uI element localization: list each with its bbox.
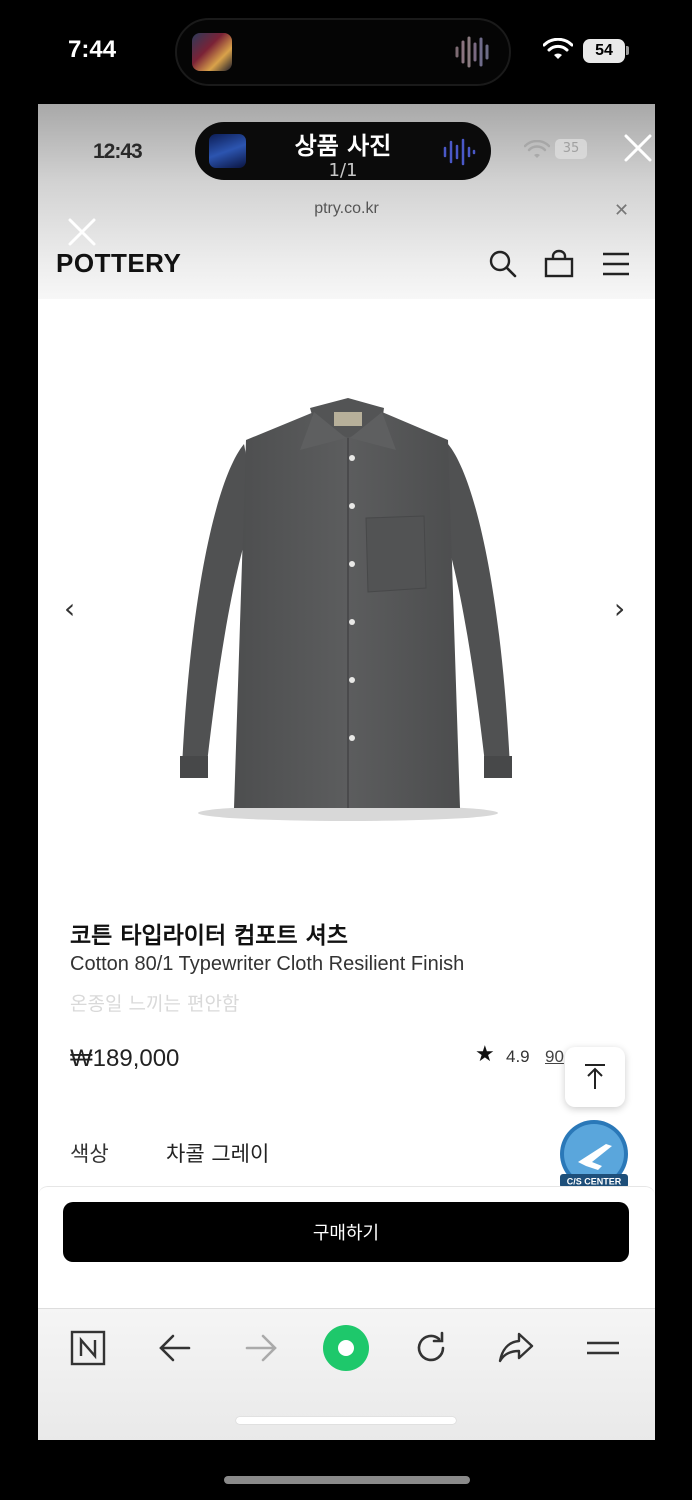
green-dot-icon[interactable] [322, 1324, 370, 1372]
cs-center-badge[interactable]: C/S CENTER [556, 1118, 632, 1194]
site-logo[interactable]: POTTERY [56, 248, 181, 279]
menu-icon[interactable] [585, 1330, 621, 1366]
star-icon: ★ [475, 1042, 495, 1067]
buy-button[interactable]: 구매하기 [63, 1202, 629, 1262]
forward-arrow-icon[interactable] [243, 1330, 279, 1366]
share-icon[interactable] [498, 1330, 534, 1366]
chevron-right-icon[interactable]: › [614, 592, 625, 625]
color-label: 색상 [70, 1142, 109, 1166]
cart-icon[interactable] [544, 249, 574, 279]
battery-tip [626, 46, 629, 55]
product-subtitle: Cotton 80/1 Typewriter Cloth Resilient F… [70, 953, 465, 975]
status-time: 7:44 [68, 36, 117, 63]
rating-value: 4.9 [506, 1047, 530, 1066]
naver-home-icon[interactable] [70, 1330, 106, 1366]
viewer-title: 상품 사진 [294, 132, 392, 160]
product-description: 온종일 느끼는 편안함 [70, 993, 240, 1015]
product-title: 코튼 타입라이터 컴포트 셔츠 [70, 923, 348, 949]
product-price: ₩189,000 [70, 1045, 180, 1072]
viewer-page-count: 1/1 [328, 160, 358, 181]
inner-battery: 35 [555, 139, 587, 159]
scroll-to-top-button[interactable] [565, 1047, 625, 1107]
inner-home-indicator [236, 1417, 456, 1424]
cs-center-label: C/S CENTER [567, 1177, 622, 1187]
now-playing-artwork [192, 33, 232, 71]
menu-icon[interactable] [601, 249, 631, 279]
chevron-left-icon[interactable]: ‹ [64, 592, 75, 625]
back-arrow-icon[interactable] [157, 1330, 193, 1366]
search-icon[interactable] [488, 249, 518, 279]
wifi-icon [543, 38, 573, 59]
close-icon[interactable] [622, 132, 654, 164]
review-count-link[interactable]: 90 [545, 1047, 564, 1067]
product-image[interactable] [176, 388, 516, 828]
audio-wave-icon [455, 36, 489, 68]
battery-level: 54 [583, 39, 625, 63]
inner-status-time: 12:43 [93, 140, 143, 163]
color-value: 차콜 그레이 [166, 1142, 270, 1166]
url-close-icon[interactable]: ✕ [614, 200, 629, 221]
wifi-icon [524, 140, 550, 158]
url-bar[interactable]: ptry.co.kr [38, 200, 655, 218]
arrow-up-icon [585, 1064, 605, 1089]
close-icon [68, 218, 96, 246]
refresh-icon[interactable] [413, 1330, 449, 1366]
home-indicator[interactable] [224, 1476, 470, 1484]
screenshot-viewer: 12:43 상품 사진 1/1 35 ptry.co.kr ✕ POTTERY … [38, 104, 655, 1440]
